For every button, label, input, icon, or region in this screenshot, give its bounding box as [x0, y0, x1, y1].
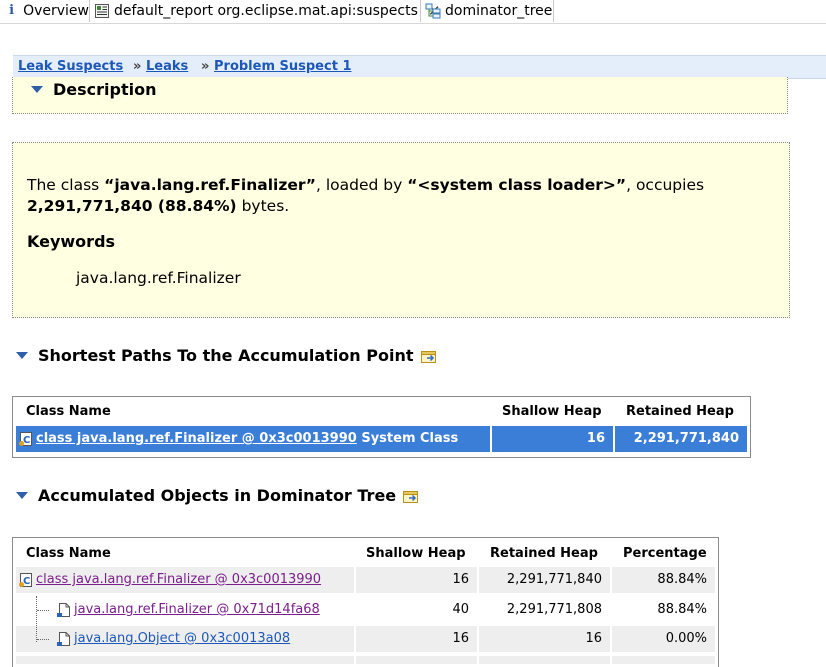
- description-toggle[interactable]: Description: [31, 80, 156, 99]
- info-icon: i: [9, 3, 15, 18]
- loader-text: “<system class loader>”: [407, 176, 627, 194]
- report-icon: [94, 3, 110, 19]
- description-text: The class “java.lang.ref.Finalizer”, loa…: [27, 175, 767, 217]
- text-fragment: , occupies: [626, 176, 705, 194]
- collapse-triangle-icon[interactable]: [31, 86, 43, 93]
- open-in-viewer-icon[interactable]: [402, 488, 420, 504]
- retained-heap-cell: 2,291,771,840: [479, 567, 610, 593]
- text-fragment: , loaded by: [316, 176, 408, 194]
- svg-text:C: C: [23, 576, 30, 587]
- column-header-shallow-heap[interactable]: Shallow Heap: [366, 546, 466, 561]
- text-fragment: The class: [27, 176, 105, 194]
- collapse-triangle-icon[interactable]: [16, 352, 28, 359]
- retained-heap-cell: 16: [479, 626, 610, 652]
- shallow-heap-cell: 16: [492, 426, 613, 452]
- object-icon: [56, 602, 72, 618]
- description-title: Description: [53, 80, 157, 99]
- tree-connector: [37, 610, 49, 611]
- table-row-class-cell[interactable]: C class java.lang.ref.Finalizer @ 0x3c00…: [16, 567, 354, 593]
- shortest-paths-toggle[interactable]: Shortest Paths To the Accumulation Point: [16, 346, 438, 365]
- editor-tab-bar: i Overview default_report org.eclipse.ma…: [0, 0, 826, 24]
- collapse-triangle-icon[interactable]: [16, 492, 28, 499]
- text-fragment: bytes.: [236, 197, 290, 215]
- retained-heap-cell: 2,291,771,840: [615, 426, 747, 452]
- class-icon: C: [18, 572, 34, 588]
- svg-text:C: C: [23, 435, 30, 446]
- tab-dominator-tree[interactable]: dominator_tree: [421, 0, 554, 22]
- column-header-class-name[interactable]: Class Name: [26, 546, 111, 561]
- tab-default-report[interactable]: default_report org.eclipse.mat.api:suspe…: [90, 0, 440, 22]
- open-in-viewer-icon[interactable]: [420, 348, 438, 364]
- shallow-heap-cell: 40: [452, 602, 469, 617]
- dominator-tree-title: Accumulated Objects in Dominator Tree: [38, 486, 397, 505]
- tab-label: dominator_tree: [445, 3, 553, 19]
- shallow-heap-cell: 16: [356, 567, 477, 593]
- retained-heap-cell: 2,291,771,808: [506, 602, 602, 617]
- column-header-shallow-heap[interactable]: Shallow Heap: [502, 404, 602, 419]
- keywords-heading: Keywords: [27, 232, 116, 251]
- bytes-text: 2,291,771,840 (88.84%): [27, 197, 237, 215]
- tab-label: default_report org.eclipse.mat.api:suspe…: [114, 3, 418, 19]
- class-link[interactable]: class java.lang.ref.Finalizer @ 0x3c0013…: [36, 431, 357, 446]
- tree-icon: [425, 3, 441, 19]
- class-suffix: System Class: [356, 431, 459, 446]
- percentage-cell: 88.84%: [657, 602, 707, 617]
- table-row-class-cell[interactable]: java.lang.Object @ 0x3c0013a08: [16, 626, 354, 652]
- column-header-class-name[interactable]: Class Name: [26, 404, 111, 419]
- tree-connector: [37, 639, 49, 640]
- table-row: [356, 656, 477, 664]
- class-link[interactable]: class java.lang.ref.Finalizer @ 0x3c0013…: [36, 572, 321, 587]
- column-header-percentage[interactable]: Percentage: [623, 546, 707, 561]
- dominator-tree-table: Class Name Shallow Heap Retained Heap Pe…: [12, 537, 719, 667]
- shortest-paths-table: Class Name Shallow Heap Retained Heap C …: [12, 396, 751, 458]
- breadcrumb-leaks[interactable]: Leaks: [146, 59, 188, 74]
- dominator-tree-toggle[interactable]: Accumulated Objects in Dominator Tree: [16, 486, 420, 505]
- breadcrumb: Leak Suspects » Leaks » Problem Suspect …: [13, 55, 826, 79]
- tab-label: Overview: [23, 3, 89, 19]
- table-row-class-cell[interactable]: C class java.lang.ref.Finalizer @ 0x3c00…: [16, 426, 490, 452]
- object-link[interactable]: java.lang.ref.Finalizer @ 0x71d14fa68: [74, 602, 320, 617]
- column-header-retained-heap[interactable]: Retained Heap: [626, 404, 734, 419]
- keyword-value: java.lang.ref.Finalizer: [76, 269, 241, 287]
- tab-overview[interactable]: i Overview: [0, 0, 90, 22]
- table-row-class-cell[interactable]: java.lang.ref.Finalizer @ 0x71d14fa68: [16, 597, 354, 623]
- percentage-cell: 0.00%: [612, 626, 715, 652]
- breadcrumb-problem-suspect[interactable]: Problem Suspect 1: [214, 59, 352, 74]
- object-icon: [56, 631, 72, 647]
- breadcrumb-separator: »: [133, 59, 142, 74]
- table-row: [16, 656, 354, 664]
- breadcrumb-separator: »: [201, 59, 210, 74]
- table-row: [479, 656, 610, 664]
- table-row: [612, 656, 715, 664]
- object-link[interactable]: java.lang.Object @ 0x3c0013a08: [74, 631, 290, 646]
- description-panel: The class “java.lang.ref.Finalizer”, loa…: [12, 142, 790, 318]
- shallow-heap-cell: 16: [356, 626, 477, 652]
- breadcrumb-leak-suspects[interactable]: Leak Suspects: [18, 59, 123, 74]
- tree-connector: [36, 596, 37, 642]
- class-icon: C: [18, 431, 34, 447]
- class-name-text: “java.lang.ref.Finalizer”: [104, 176, 316, 194]
- shortest-paths-title: Shortest Paths To the Accumulation Point: [38, 346, 414, 365]
- column-header-retained-heap[interactable]: Retained Heap: [490, 546, 598, 561]
- percentage-cell: 88.84%: [612, 567, 715, 593]
